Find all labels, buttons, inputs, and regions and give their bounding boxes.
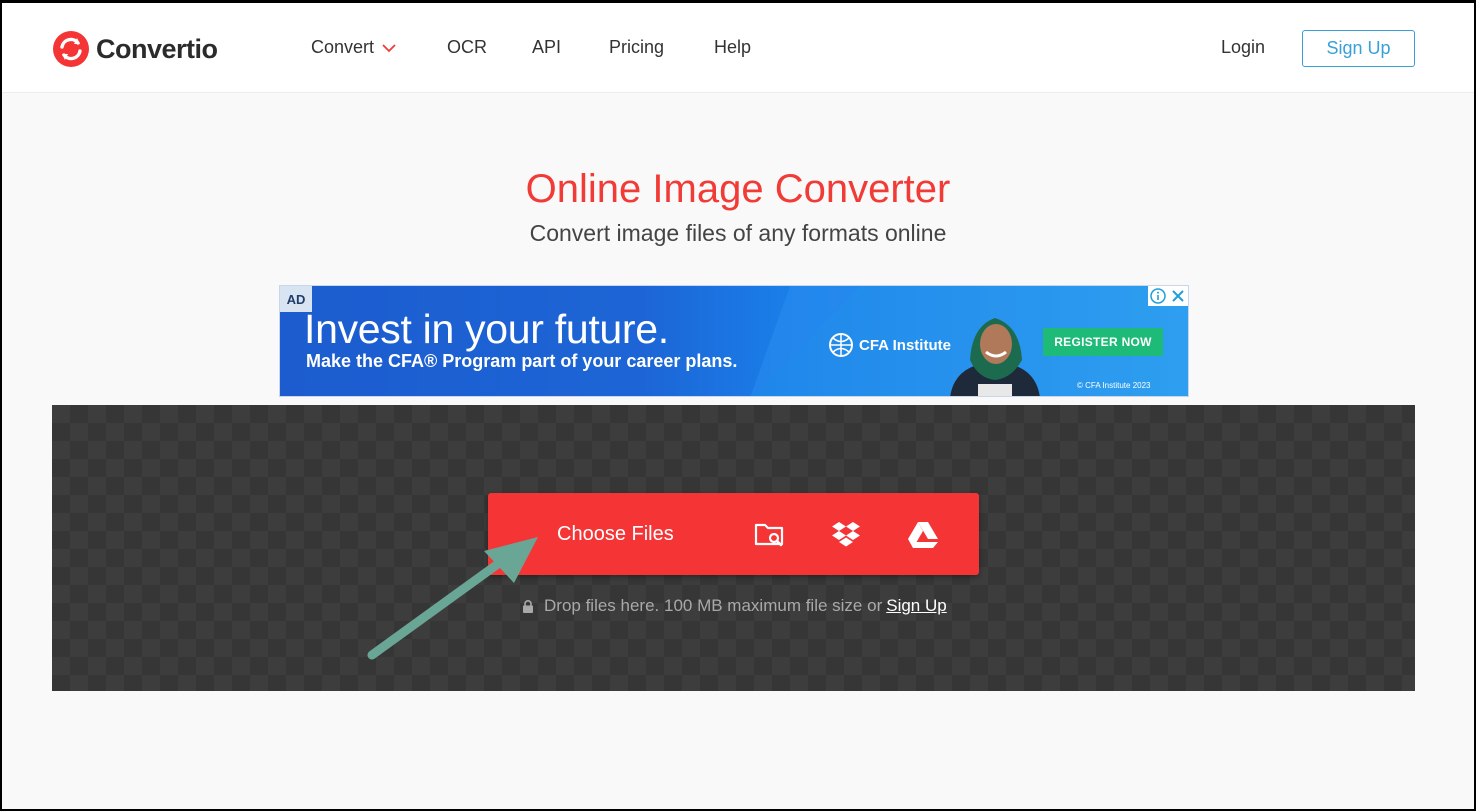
nav-convert-label: Convert: [311, 37, 375, 57]
ad-controls: [1148, 286, 1188, 306]
upload-note-text: Drop files here. 100 MB maximum file siz…: [544, 596, 883, 615]
ad-brand: CFA Institute: [828, 332, 951, 358]
upload-note: Drop files here. 100 MB maximum file siz…: [522, 596, 947, 616]
nav-api[interactable]: API: [532, 37, 561, 58]
ad-register-button[interactable]: REGISTER NOW: [1043, 328, 1163, 356]
nav-convert[interactable]: Convert: [311, 37, 396, 58]
ad-brand-name: CFA Institute: [859, 336, 951, 354]
cfa-globe-icon: [829, 333, 853, 357]
convertio-logo-icon: [53, 31, 89, 67]
brand-name: Convertio: [96, 33, 218, 64]
nav-pricing-label: Pricing: [609, 37, 665, 57]
nav-help[interactable]: Help: [714, 37, 751, 58]
convertio-logo[interactable]: Convertio: [52, 30, 218, 68]
nav-ocr[interactable]: OCR: [447, 37, 487, 58]
ad-banner[interactable]: AD Invest in your future. Make the CFA® …: [279, 285, 1189, 397]
ad-subline: Make the CFA® Program part of your caree…: [306, 351, 738, 371]
nav-ocr-label: OCR: [447, 37, 487, 57]
page-title: Online Image Converter: [525, 167, 951, 211]
folder-search-icon[interactable]: [753, 518, 785, 550]
ad-headline: Invest in your future.: [304, 306, 669, 352]
nav-help-label: Help: [714, 37, 752, 57]
chevron-down-icon: [382, 43, 396, 52]
ad-copyright: © CFA Institute 2023: [1077, 381, 1151, 390]
dropbox-icon[interactable]: [830, 518, 862, 550]
ad-info-icon[interactable]: [1148, 286, 1168, 306]
ad-close-icon[interactable]: [1168, 286, 1188, 306]
signup-link[interactable]: Sign Up: [886, 596, 946, 616]
annotation-arrow-icon: [367, 537, 538, 660]
page-subtitle: Convert image files of any formats onlin…: [529, 220, 947, 246]
login-link[interactable]: Login: [1221, 37, 1265, 58]
file-drop-zone[interactable]: Choose Files Drop files here. 100 MB max…: [52, 405, 1415, 691]
choose-files-button[interactable]: Choose Files: [557, 523, 674, 546]
nav-pricing[interactable]: Pricing: [609, 37, 664, 58]
site-header: Convertio Convert OCR API Pricing Help L: [2, 3, 1474, 93]
ad-person-photo: [950, 318, 1040, 396]
nav-api-label: API: [532, 37, 562, 57]
upload-bar: Choose Files: [488, 493, 979, 575]
signup-button[interactable]: Sign Up: [1302, 30, 1415, 67]
browser-page: Convertio Convert OCR API Pricing Help L: [2, 3, 1474, 809]
google-drive-icon[interactable]: [907, 518, 939, 550]
